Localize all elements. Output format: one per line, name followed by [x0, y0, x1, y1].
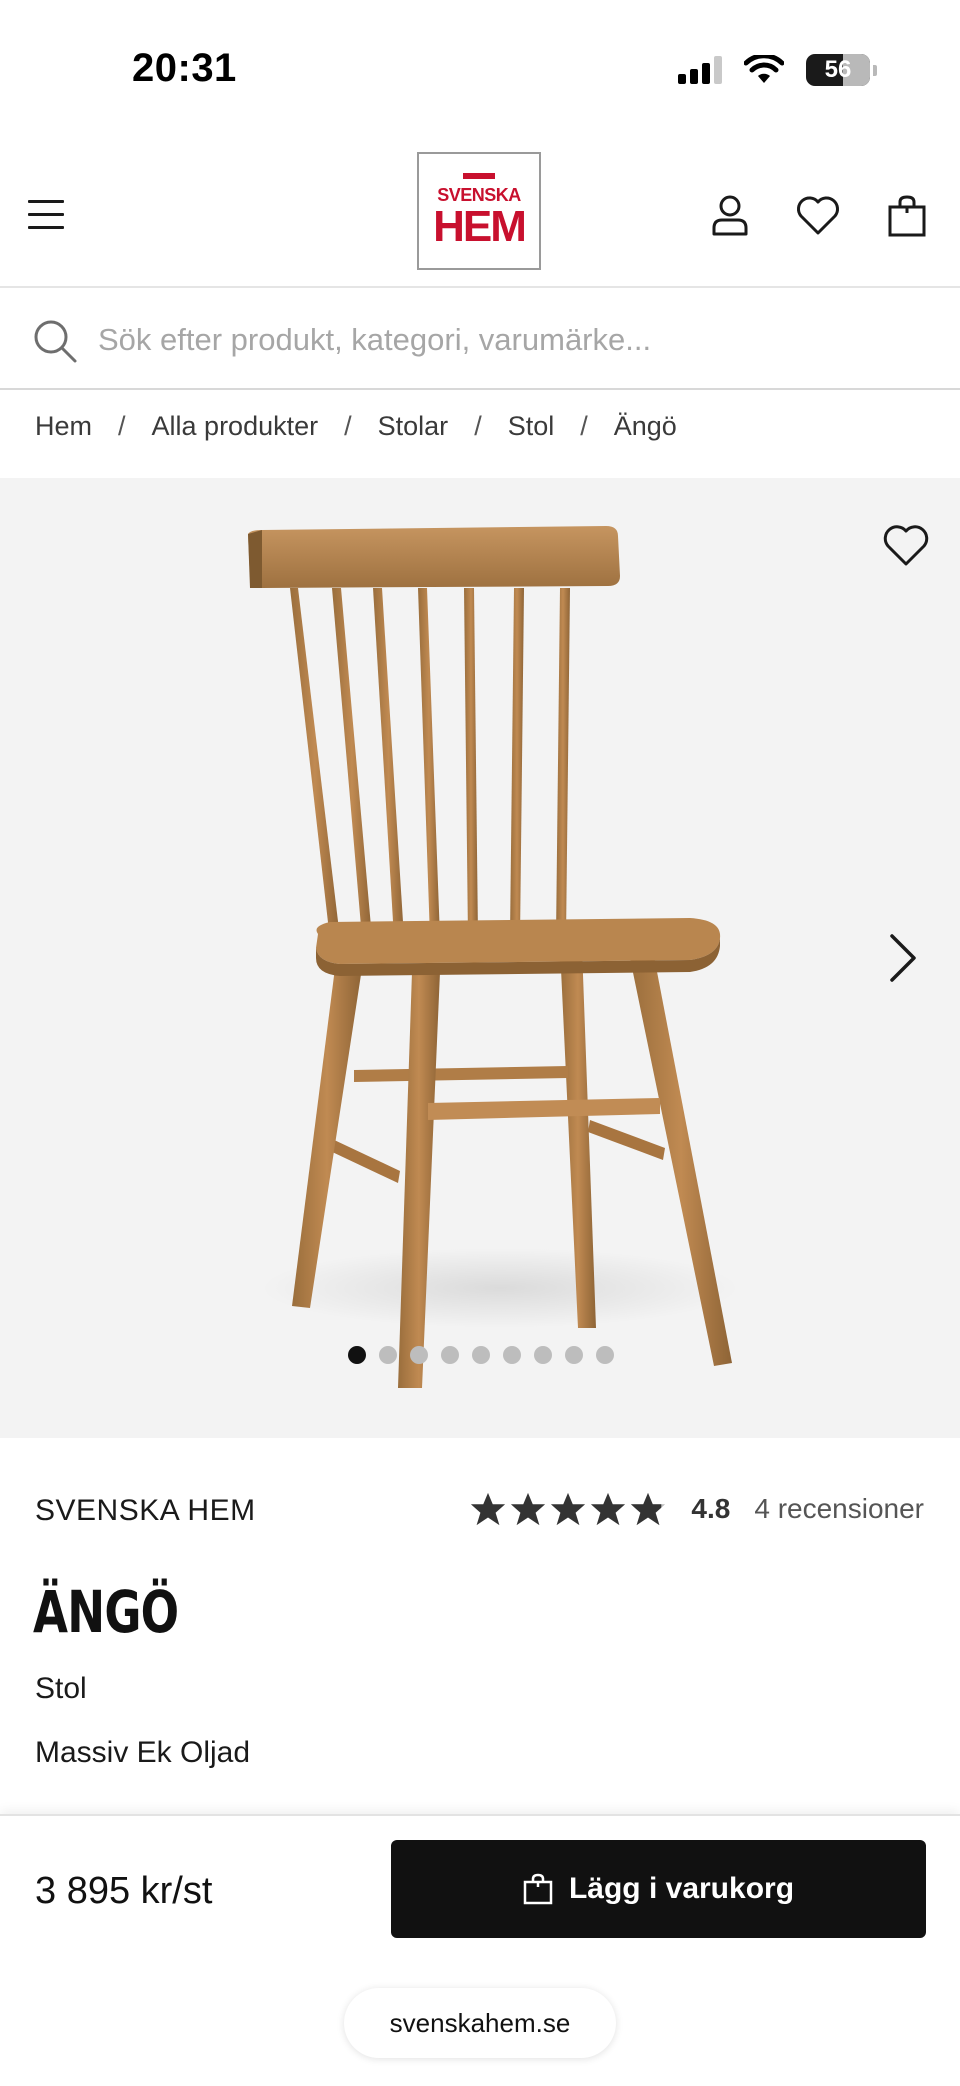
- wifi-icon: [744, 55, 784, 83]
- gallery-dot[interactable]: [472, 1346, 490, 1364]
- product-price: 3 895 kr/st: [35, 1870, 213, 1912]
- purchase-bar: 3 895 kr/st Lägg i varukorg svenskahem.s…: [0, 1814, 960, 2086]
- chair-product-image: [248, 526, 740, 1388]
- breadcrumb-separator: /: [580, 410, 588, 441]
- breadcrumb-separator: /: [474, 410, 482, 441]
- status-time: 20:31: [132, 46, 237, 90]
- breadcrumb-item-hem[interactable]: Hem: [35, 411, 92, 442]
- breadcrumb-separator: /: [344, 410, 352, 441]
- gallery-pagination: [348, 1346, 614, 1364]
- search-bar: [0, 290, 960, 390]
- status-bar: 20:31 56: [0, 0, 960, 140]
- breadcrumb-item-stolar[interactable]: Stolar: [378, 411, 449, 442]
- gallery-dot[interactable]: [503, 1346, 521, 1364]
- cellular-signal-icon: [678, 56, 722, 84]
- battery-icon: 56: [806, 54, 877, 86]
- star-icon: [591, 1492, 626, 1526]
- add-to-cart-button[interactable]: Lägg i varukorg: [391, 1840, 926, 1938]
- gallery-dot[interactable]: [441, 1346, 459, 1364]
- product-name: ÄNGÖ: [33, 1578, 179, 1646]
- shopping-bag-icon: [523, 1873, 553, 1905]
- product-material: Massiv Ek Oljad: [35, 1736, 251, 1769]
- gallery-dot[interactable]: [410, 1346, 428, 1364]
- rating-value: 4.8: [691, 1493, 731, 1524]
- menu-icon[interactable]: [28, 190, 76, 238]
- star-icon: [511, 1492, 546, 1526]
- user-icon[interactable]: [706, 192, 754, 240]
- shopping-bag-icon[interactable]: [883, 192, 931, 240]
- search-input[interactable]: [98, 314, 918, 366]
- svenska-hem-logo[interactable]: SVENSKA HEM: [417, 152, 541, 270]
- product-rating[interactable]: 4.8 4 recensioner: [469, 1486, 924, 1532]
- gallery-dot[interactable]: [379, 1346, 397, 1364]
- status-icons: 56: [678, 52, 877, 88]
- breadcrumb-item-ango[interactable]: Ängö: [614, 411, 677, 442]
- site-header: SVENSKA HEM: [0, 140, 960, 288]
- gallery-dot[interactable]: [565, 1346, 583, 1364]
- star-icon: [551, 1492, 586, 1526]
- battery-level: 56: [824, 56, 852, 83]
- logo-line2: HEM: [433, 202, 527, 251]
- search-icon[interactable]: [32, 318, 78, 364]
- star-icon: [471, 1492, 506, 1526]
- heart-icon[interactable]: [794, 192, 842, 240]
- breadcrumb-item-stol[interactable]: Stol: [508, 411, 555, 442]
- breadcrumb-item-alla-produkter[interactable]: Alla produkter: [152, 411, 319, 442]
- product-type: Stol: [35, 1672, 87, 1705]
- product-brand[interactable]: SVENSKA HEM: [35, 1494, 256, 1528]
- favorite-heart-icon[interactable]: [882, 522, 930, 570]
- breadcrumb-separator: /: [118, 410, 126, 441]
- breadcrumb: Hem / Alla produkter / Stolar / Stol / Ä…: [35, 404, 677, 448]
- rating-stars: [469, 1490, 667, 1528]
- chevron-right-icon[interactable]: [882, 930, 922, 986]
- review-count[interactable]: 4 recensioner: [754, 1493, 924, 1525]
- add-to-cart-label: Lägg i varukorg: [568, 1872, 795, 1905]
- gallery-dot[interactable]: [534, 1346, 552, 1364]
- gallery-dot[interactable]: [596, 1346, 614, 1364]
- product-image-gallery[interactable]: [0, 478, 960, 1438]
- browser-url-bar[interactable]: svenskahem.se: [344, 1988, 616, 2058]
- gallery-dot[interactable]: [348, 1346, 366, 1364]
- star-icon: [631, 1492, 666, 1526]
